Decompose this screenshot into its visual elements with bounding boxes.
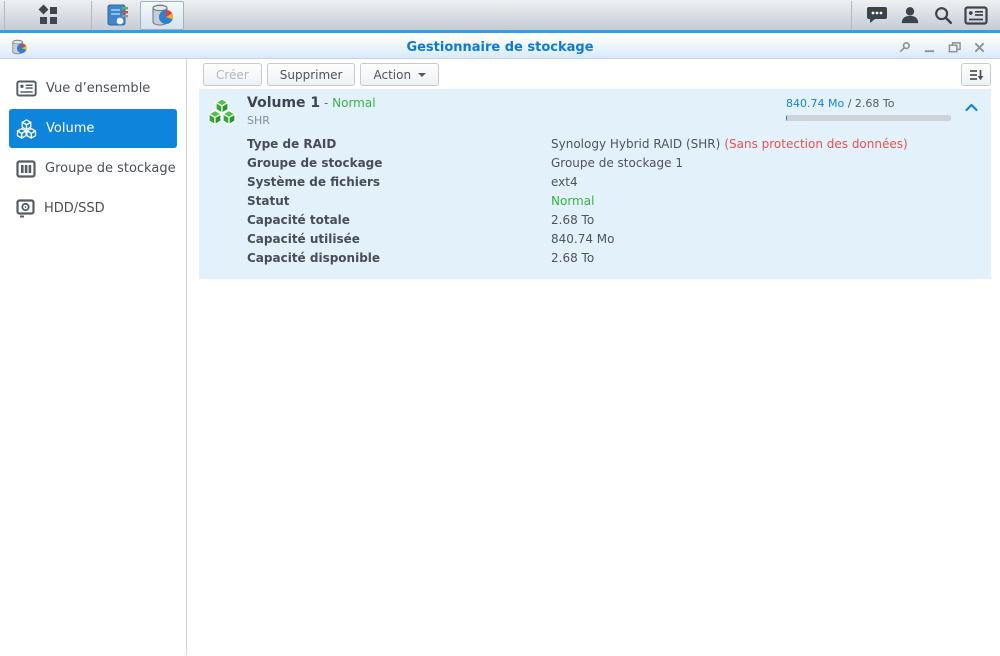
sidebar-item-label: Volume [46, 121, 94, 136]
usage-total-value: 2.68 To [855, 97, 895, 110]
usage-progress-bar [786, 115, 951, 121]
grid-icon [37, 4, 59, 26]
detail-value: ext4 [551, 175, 578, 189]
usage-used-value: 840.74 Mo [786, 97, 844, 110]
chevron-down-icon [418, 73, 426, 77]
chevron-up-icon [965, 103, 978, 112]
sidebar-item-overview[interactable]: Vue d’ensemble [9, 69, 177, 108]
detail-value: Synology Hybrid RAID (SHR) (Sans protecti… [551, 137, 908, 151]
create-button[interactable]: Créer [203, 63, 262, 86]
chat-icon [866, 5, 888, 25]
raid-warning: (Sans protection des données) [724, 137, 907, 151]
storage-pool-icon [16, 160, 36, 178]
sidebar-item-label: Vue d’ensemble [46, 81, 150, 96]
pin-button[interactable] [892, 38, 917, 58]
minimize-icon [923, 41, 936, 54]
detail-value-status: Normal [551, 194, 594, 208]
sidebar-item-label: Groupe de stockage [45, 161, 176, 176]
sort-descending-icon [968, 68, 984, 82]
main-menu-button[interactable] [4, 1, 92, 30]
detail-label: Groupe de stockage [199, 156, 551, 170]
sidebar-item-label: HDD/SSD [44, 201, 105, 216]
action-label: Action [373, 68, 411, 82]
detail-value: 2.68 To [551, 213, 594, 227]
notifications-button[interactable] [860, 1, 893, 30]
widgets-button[interactable] [959, 1, 992, 30]
toolbar: Créer Supprimer Action [187, 59, 1000, 89]
detail-label: Statut [199, 194, 551, 208]
taskbar-app-window[interactable] [96, 1, 140, 30]
minimize-button[interactable] [917, 38, 942, 58]
main-content: Créer Supprimer Action [187, 59, 1000, 655]
detail-row-used-capacity: Capacité utilisée 840.74 Mo [199, 229, 991, 248]
detail-value: 2.68 To [551, 251, 594, 265]
taskbar-storage-manager[interactable] [140, 1, 184, 30]
detail-row-filesystem: Système de fichiers ext4 [199, 172, 991, 191]
overview-icon [16, 80, 37, 97]
detail-label: Système de fichiers [199, 175, 551, 189]
volume-separator: - [320, 96, 332, 110]
detail-row-total-capacity: Capacité totale 2.68 To [199, 210, 991, 229]
detail-value: 840.74 Mo [551, 232, 615, 246]
pin-icon [898, 41, 911, 54]
detail-value: Groupe de stockage 1 [551, 156, 683, 170]
volume-subtitle: SHR [247, 114, 786, 127]
sidebar-item-volume[interactable]: Volume [9, 109, 177, 148]
delete-button[interactable]: Supprimer [267, 63, 356, 86]
sidebar: Vue d’ensemble Volume [0, 59, 187, 655]
maximize-icon [948, 41, 961, 54]
detail-label: Capacité totale [199, 213, 551, 227]
volume-panel: Volume 1 - Normal SHR 840.74 Mo / 2.68 T… [199, 89, 991, 279]
volume-status-badge: Normal [332, 96, 375, 110]
detail-label: Type de RAID [199, 137, 551, 151]
detail-label: Capacité disponible [199, 251, 551, 265]
close-icon [973, 41, 986, 54]
volume-green-cubes-icon [207, 97, 237, 127]
usage-divider: / [844, 97, 855, 110]
maximize-button[interactable] [942, 38, 967, 58]
volume-title-block: Volume 1 - Normal SHR [247, 95, 786, 127]
sidebar-item-storage-pool[interactable]: Groupe de stockage [9, 149, 177, 188]
storage-manager-window: Gestionnaire de stockage [0, 36, 1000, 656]
volume-panel-header[interactable]: Volume 1 - Normal SHR 840.74 Mo / 2.68 T… [199, 89, 991, 129]
window-titlebar[interactable]: Gestionnaire de stockage [0, 36, 1000, 59]
widgets-icon [964, 6, 988, 25]
volume-details: Type de RAID Synology Hybrid RAID (SHR) (… [199, 134, 991, 267]
detail-row-status: Statut Normal [199, 191, 991, 210]
window-controls [892, 36, 992, 59]
panel-app-icon [105, 2, 131, 28]
detail-row-raid-type: Type de RAID Synology Hybrid RAID (SHR) (… [199, 134, 991, 153]
volume-name: Volume 1 [247, 95, 320, 111]
usage-progress-fill [786, 115, 787, 121]
action-dropdown-button[interactable]: Action [360, 63, 439, 86]
detail-row-storage-pool: Groupe de stockage Groupe de stockage 1 [199, 153, 991, 172]
sort-button[interactable] [961, 63, 991, 86]
volume-cubes-icon [16, 119, 37, 139]
raid-type-value: Synology Hybrid RAID (SHR) [551, 137, 720, 151]
window-title: Gestionnaire de stockage [0, 40, 1000, 55]
taskbar-tray [851, 1, 1000, 30]
storage-manager-icon [149, 2, 175, 28]
hdd-icon [16, 199, 35, 218]
search-icon [933, 5, 953, 25]
sidebar-item-hdd-ssd[interactable]: HDD/SSD [9, 189, 177, 228]
user-account-button[interactable] [893, 1, 926, 30]
detail-row-available-capacity: Capacité disponible 2.68 To [199, 248, 991, 267]
taskbar [0, 0, 1000, 33]
search-button[interactable] [926, 1, 959, 30]
close-button[interactable] [967, 38, 992, 58]
user-icon [900, 5, 920, 25]
usage-block: 840.74 Mo / 2.68 To [786, 97, 951, 121]
detail-label: Capacité utilisée [199, 232, 551, 246]
collapse-button[interactable] [963, 99, 979, 115]
